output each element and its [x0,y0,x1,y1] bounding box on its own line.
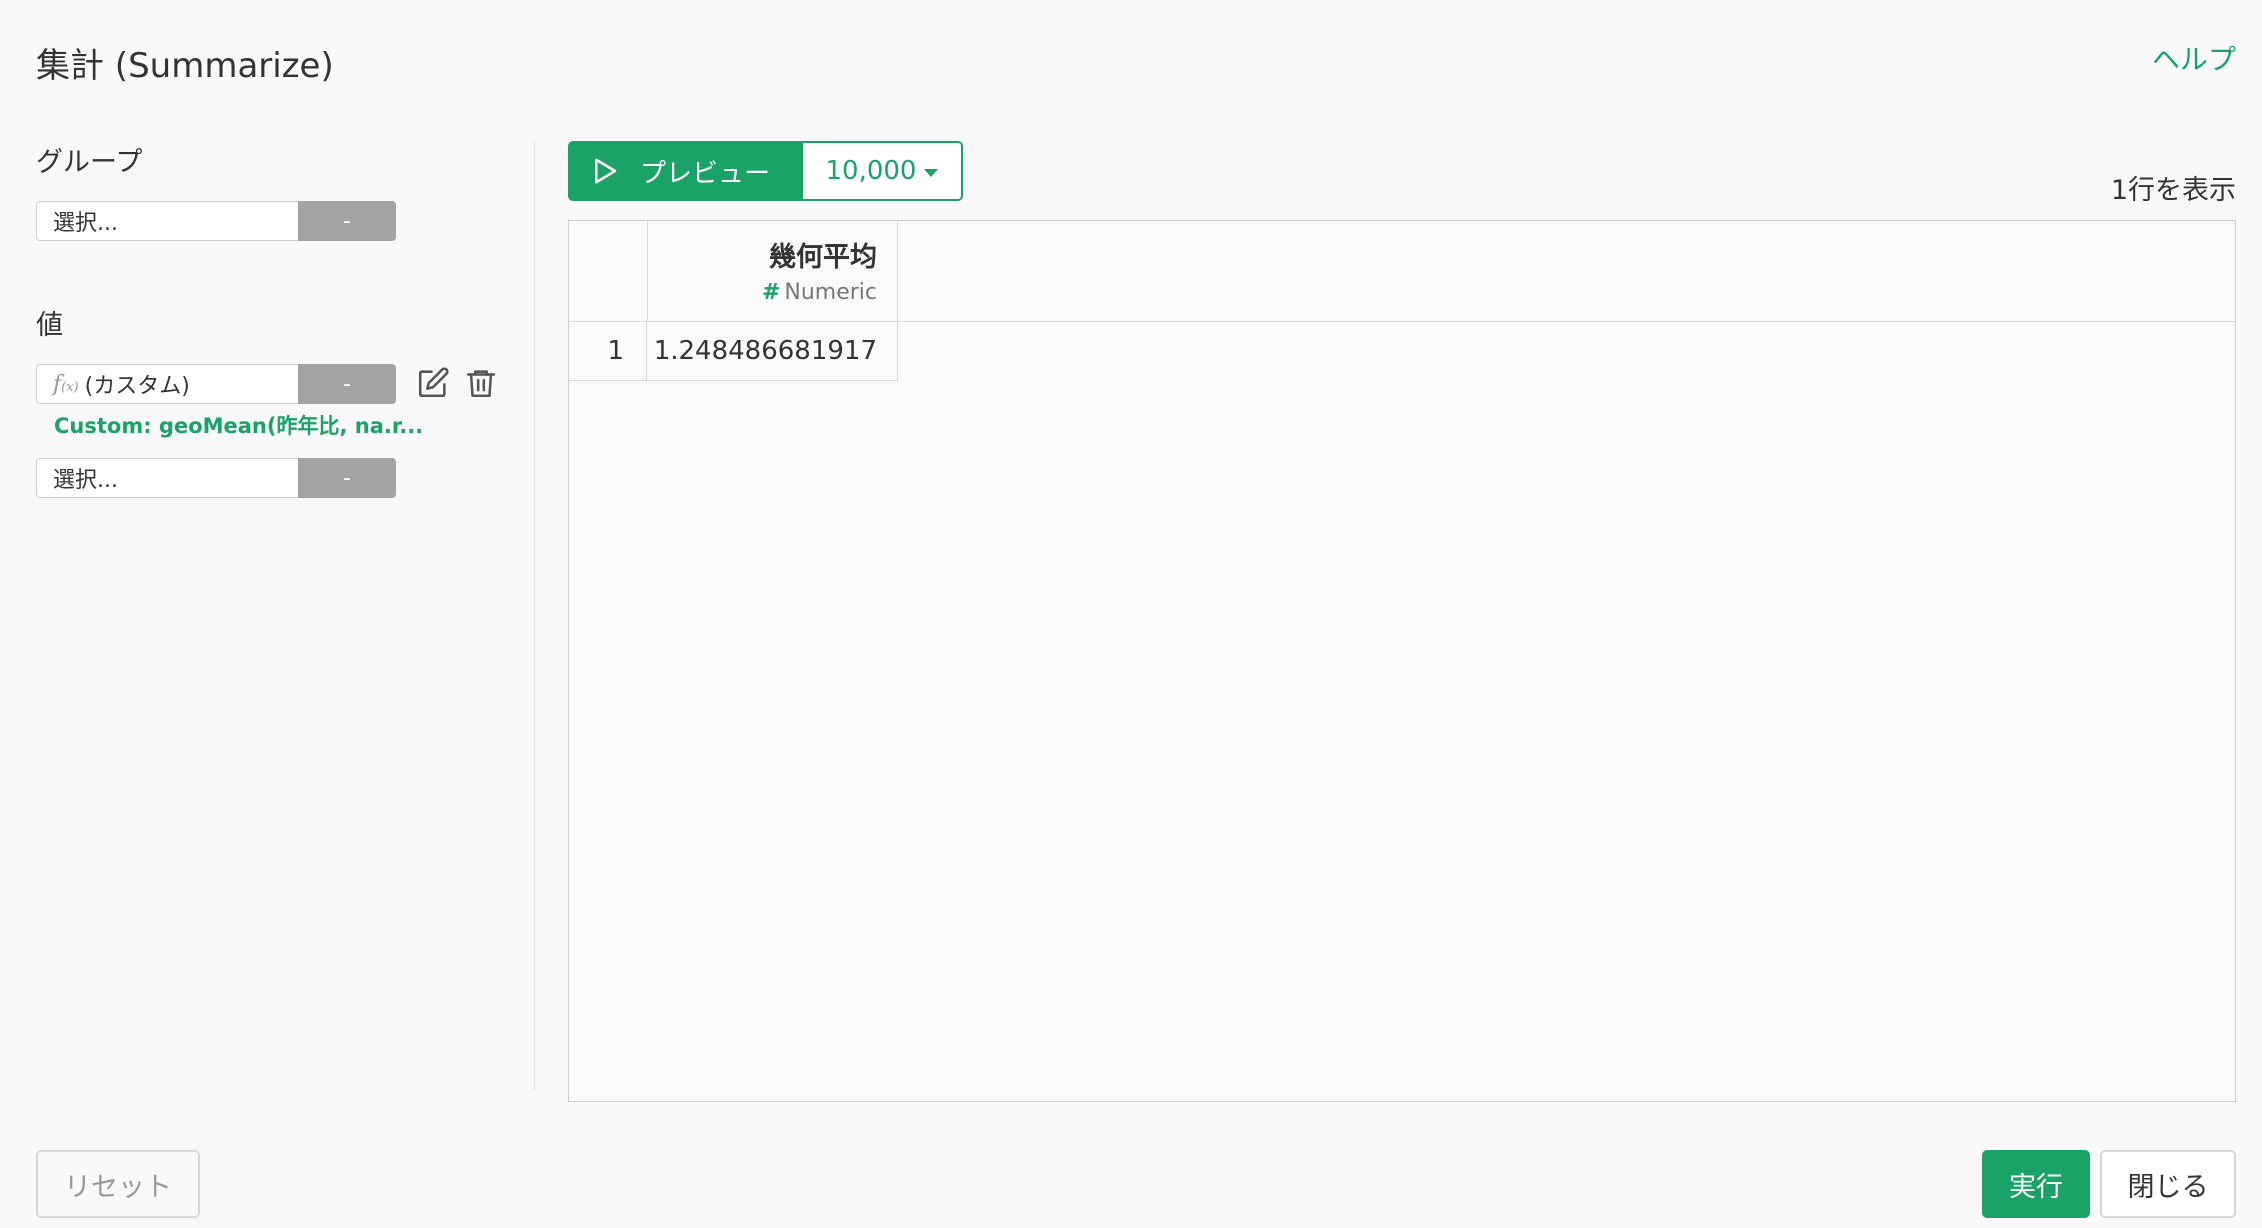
function-icon: f(x) [53,371,79,397]
group-select-input[interactable]: 選択... [36,201,298,241]
settings-panel: グループ 選択... - 値 f(x) (カスタム) - Custom: geo… [36,140,536,498]
custom-function-description: Custom: geoMean(昨年比, na.r... [54,414,424,438]
help-link[interactable]: ヘルプ [2152,38,2236,78]
preview-label: プレビュー [640,158,771,189]
group-label: グループ [36,147,143,178]
reset-button[interactable]: リセット [36,1150,200,1218]
numeric-type-icon: # [761,280,781,305]
caret-down-icon [924,168,939,177]
value-select-new[interactable]: 選択... - [36,458,396,498]
row-limit-value: 10,000 [825,156,917,186]
trash-icon[interactable] [464,366,498,400]
rows-shown-label: 1行を表示 [2110,175,2236,206]
value-name: (カスタム) [84,374,190,399]
column-name: 幾何平均 [769,242,877,273]
table-cell: 1.248486681917 [647,321,898,381]
page-title: 集計 (Summarize) [36,46,334,86]
new-value-select-input[interactable]: 選択... [36,458,298,498]
preview-toolbar: プレビュー 10,000 [568,141,963,201]
preview-table: 幾何平均 # Numeric 1 1.248486681917 [568,220,2236,1102]
group-select[interactable]: 選択... - [36,201,396,241]
column-type: # Numeric [761,280,877,305]
row-index: 1 [569,321,647,381]
preview-button[interactable]: プレビュー [568,141,803,201]
column-header[interactable]: 幾何平均 # Numeric [647,221,898,321]
play-icon [595,158,617,184]
group-remove-button[interactable]: - [298,201,396,241]
value-label: 値 [36,310,63,341]
edit-icon[interactable] [416,366,450,400]
value-select-input[interactable]: f(x) (カスタム) [36,364,298,404]
panel-divider [534,140,535,1090]
value-select-custom[interactable]: f(x) (カスタム) - [36,364,496,404]
run-button[interactable]: 実行 [1982,1150,2090,1218]
new-value-remove-button[interactable]: - [298,458,396,498]
value-remove-button[interactable]: - [298,364,396,404]
close-button[interactable]: 閉じる [2100,1150,2236,1218]
row-limit-dropdown[interactable]: 10,000 [803,141,963,201]
index-column-header [569,221,648,321]
value-actions [416,366,498,400]
table-header: 幾何平均 # Numeric [569,221,2235,322]
